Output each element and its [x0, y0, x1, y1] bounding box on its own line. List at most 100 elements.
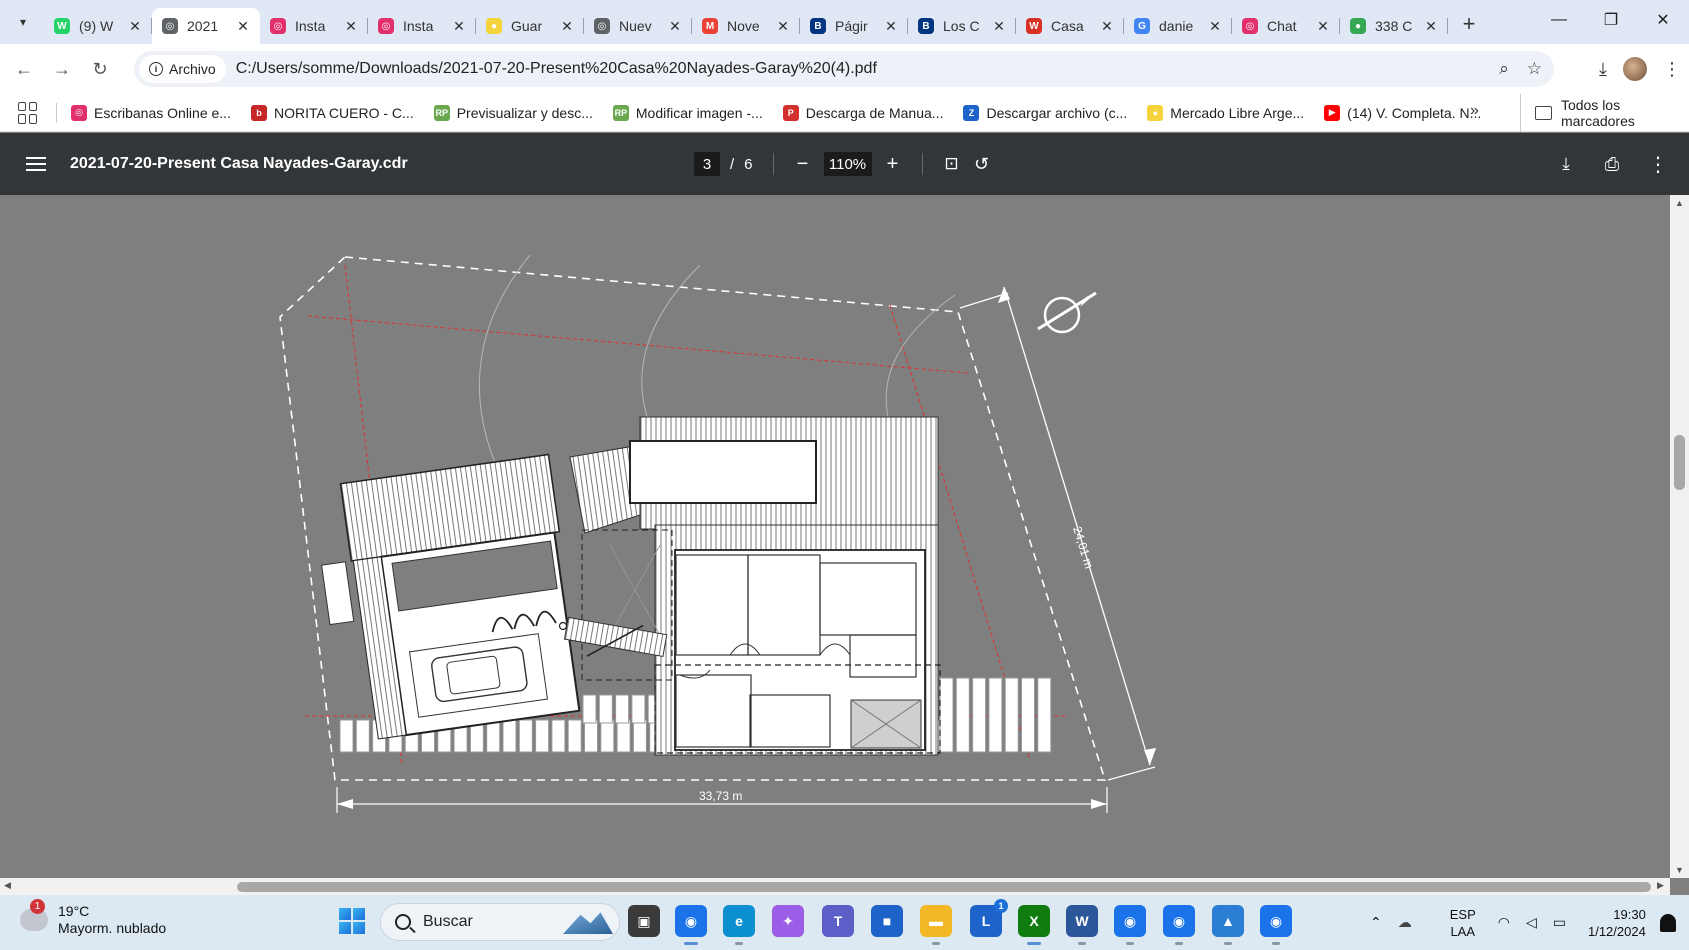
weather-widget[interactable]: 1 19°C Mayorm. nublado	[20, 899, 166, 937]
teams-icon[interactable]: T	[822, 905, 854, 937]
address-bar[interactable]: i Archivo C:/Users/somme/Downloads/2021-…	[134, 51, 1554, 87]
volume-icon[interactable]: ◁	[1526, 914, 1537, 931]
browser-tab[interactable]: B Los C ✕	[908, 8, 1016, 44]
tab-close-icon[interactable]: ✕	[1422, 18, 1440, 35]
browser-tab[interactable]: Gdanie ✕	[1124, 8, 1232, 44]
browser-tab[interactable]: ● Guar ✕	[476, 8, 584, 44]
browser-menu-icon[interactable]: ⋮	[1663, 59, 1681, 80]
chrome-profile-icon[interactable]: ◉	[1114, 905, 1146, 945]
chrome-profile-icon[interactable]: ◉	[1260, 905, 1292, 945]
edge-icon[interactable]: e	[723, 905, 755, 945]
bookmark-item[interactable]: ▶ (14) V. Completa. N...	[1324, 104, 1481, 121]
windows-taskbar: 1 19°C Mayorm. nublado Buscar ▣ ◉ e ✦ T ■ ▬ L 1 X…	[0, 895, 1689, 950]
browser-tab[interactable]: W (9) W ✕	[44, 8, 152, 44]
browser-tab[interactable]: ◎ Chat ✕	[1232, 8, 1340, 44]
bookmark-item[interactable]: Z Descargar archivo (c...	[963, 104, 1127, 121]
all-bookmarks-button[interactable]: Todos los marcadores	[1520, 94, 1689, 132]
battery-icon[interactable]: ▭	[1553, 914, 1566, 931]
browser-tab[interactable]: W Casa ✕	[1016, 8, 1124, 44]
tab-close-icon[interactable]: ✕	[1098, 18, 1116, 35]
explorer-icon[interactable]: ▬	[920, 905, 952, 945]
onedrive-icon[interactable]: ☁	[1398, 914, 1412, 931]
pdf-more-icon[interactable]: ⋮	[1643, 149, 1673, 179]
paver-tile	[584, 719, 598, 753]
browser-tab[interactable]: B Págir ✕	[800, 8, 908, 44]
restore-icon[interactable]: ❐	[1585, 0, 1637, 40]
downloads-icon[interactable]: ⤓	[1599, 59, 1607, 80]
browser-tab[interactable]: ◎ Insta ✕	[260, 8, 368, 44]
browser-tab[interactable]: M Nove ✕	[692, 8, 800, 44]
tab-close-icon[interactable]: ✕	[450, 18, 468, 35]
scroll-down-arrow-icon[interactable]: ▼	[1675, 865, 1684, 875]
zoom-in-icon[interactable]: +	[878, 149, 908, 179]
bookmark-item[interactable]: ◎ Escribanas Online e...	[71, 104, 231, 121]
forward-arrow-icon[interactable]: →	[47, 54, 77, 84]
notification-bell-icon[interactable]	[1659, 913, 1676, 932]
wifi-icon[interactable]: ◠	[1498, 914, 1510, 931]
tab-close-icon[interactable]: ✕	[126, 18, 144, 35]
word-icon[interactable]: W	[1066, 905, 1098, 945]
tab-close-icon[interactable]: ✕	[342, 18, 360, 35]
browser-tab[interactable]: ◎ 2021 ✕	[152, 8, 260, 44]
tab-close-icon[interactable]: ✕	[990, 18, 1008, 35]
rotate-icon[interactable]: ↺	[967, 149, 997, 179]
minimize-icon[interactable]: —	[1533, 0, 1585, 40]
photos-icon[interactable]: ▲	[1212, 905, 1244, 945]
bookmark-item[interactable]: RP Previsualizar y desc...	[433, 104, 593, 121]
tab-close-icon[interactable]: ✕	[558, 18, 576, 35]
tray-chevron-up-icon[interactable]: ⌃	[1370, 914, 1382, 931]
zoom-input[interactable]: 110%	[823, 152, 872, 176]
apps-grid-icon[interactable]	[18, 101, 40, 124]
tab-search-chevron-icon[interactable]: ▾	[8, 7, 38, 37]
url-text[interactable]: C:/Users/somme/Downloads/2021-07-20-Pres…	[236, 60, 877, 78]
print-icon[interactable]: ⎙	[1597, 149, 1627, 179]
more-bookmarks-chevron-icon[interactable]: »	[1470, 102, 1479, 120]
browser-tab[interactable]: ● 338 C ✕	[1340, 8, 1448, 44]
browser-tab[interactable]: ◎ Insta ✕	[368, 8, 476, 44]
bookmark-item[interactable]: ● Mercado Libre Arge...	[1147, 104, 1304, 121]
back-arrow-icon[interactable]: ←	[9, 54, 39, 84]
horizontal-scrollbar[interactable]: ◀ ▶	[0, 878, 1670, 895]
store-icon[interactable]: ■	[871, 905, 903, 937]
chrome-icon[interactable]: ◉	[675, 905, 707, 945]
bookmark-item[interactable]: P Descarga de Manua...	[782, 104, 943, 121]
bookmark-star-icon[interactable]: ☆	[1527, 59, 1542, 79]
tab-close-icon[interactable]: ✕	[234, 18, 252, 35]
taskbar-search-box[interactable]: Buscar	[380, 903, 620, 941]
zoom-magnifier-icon[interactable]: ⌕	[1499, 59, 1509, 79]
horizontal-scroll-thumb[interactable]	[237, 882, 1651, 892]
page-number-input[interactable]: 3	[694, 152, 720, 176]
tab-close-icon[interactable]: ✕	[1314, 18, 1332, 35]
pdf-menu-hamburger-icon[interactable]	[26, 157, 46, 171]
pdf-page-area[interactable]: 24,01 m 33,73 m	[0, 195, 1670, 878]
chrome-profile-icon[interactable]: ◉	[1163, 905, 1195, 945]
profile-avatar[interactable]	[1623, 57, 1647, 81]
bookmark-item[interactable]: b NORITA CUERO - C...	[250, 104, 414, 121]
zoom-out-icon[interactable]: −	[788, 149, 818, 179]
tab-close-icon[interactable]: ✕	[1206, 18, 1224, 35]
clock[interactable]: 19:30 1/12/2024	[1588, 906, 1646, 940]
browser-tab[interactable]: ◎ Nuev ✕	[584, 8, 692, 44]
reload-icon[interactable]: ↻	[85, 54, 115, 84]
windows-start-icon[interactable]	[339, 908, 365, 934]
close-window-icon[interactable]: ✕	[1637, 0, 1689, 40]
tab-close-icon[interactable]: ✕	[666, 18, 684, 35]
scroll-up-arrow-icon[interactable]: ▲	[1675, 198, 1684, 208]
pdf-download-icon[interactable]: ⤓	[1551, 149, 1581, 179]
scroll-right-arrow-icon[interactable]: ▶	[1657, 880, 1664, 891]
l-app-icon[interactable]: L1	[970, 899, 1008, 937]
new-tab-plus-icon[interactable]: +	[1454, 9, 1484, 39]
tab-close-icon[interactable]: ✕	[774, 18, 792, 35]
bookmark-item[interactable]: RP Modificar imagen -...	[612, 104, 763, 121]
vertical-scrollbar[interactable]: ▲ ▼	[1670, 195, 1689, 878]
scroll-left-arrow-icon[interactable]: ◀	[4, 880, 11, 891]
fit-page-icon[interactable]: ⊡	[937, 149, 967, 179]
taskview-icon[interactable]: ▣	[628, 905, 660, 937]
copilot-icon[interactable]: ✦	[772, 905, 804, 937]
tab-close-icon[interactable]: ✕	[882, 18, 900, 35]
xbox-icon[interactable]: X	[1018, 905, 1050, 945]
input-language[interactable]: ESP LAA	[1450, 906, 1476, 940]
floor-plan-drawing: 24,01 m 33,73 m	[279, 254, 1156, 813]
site-info-chip[interactable]: i Archivo	[139, 55, 226, 83]
vertical-scroll-thumb[interactable]	[1674, 435, 1685, 490]
